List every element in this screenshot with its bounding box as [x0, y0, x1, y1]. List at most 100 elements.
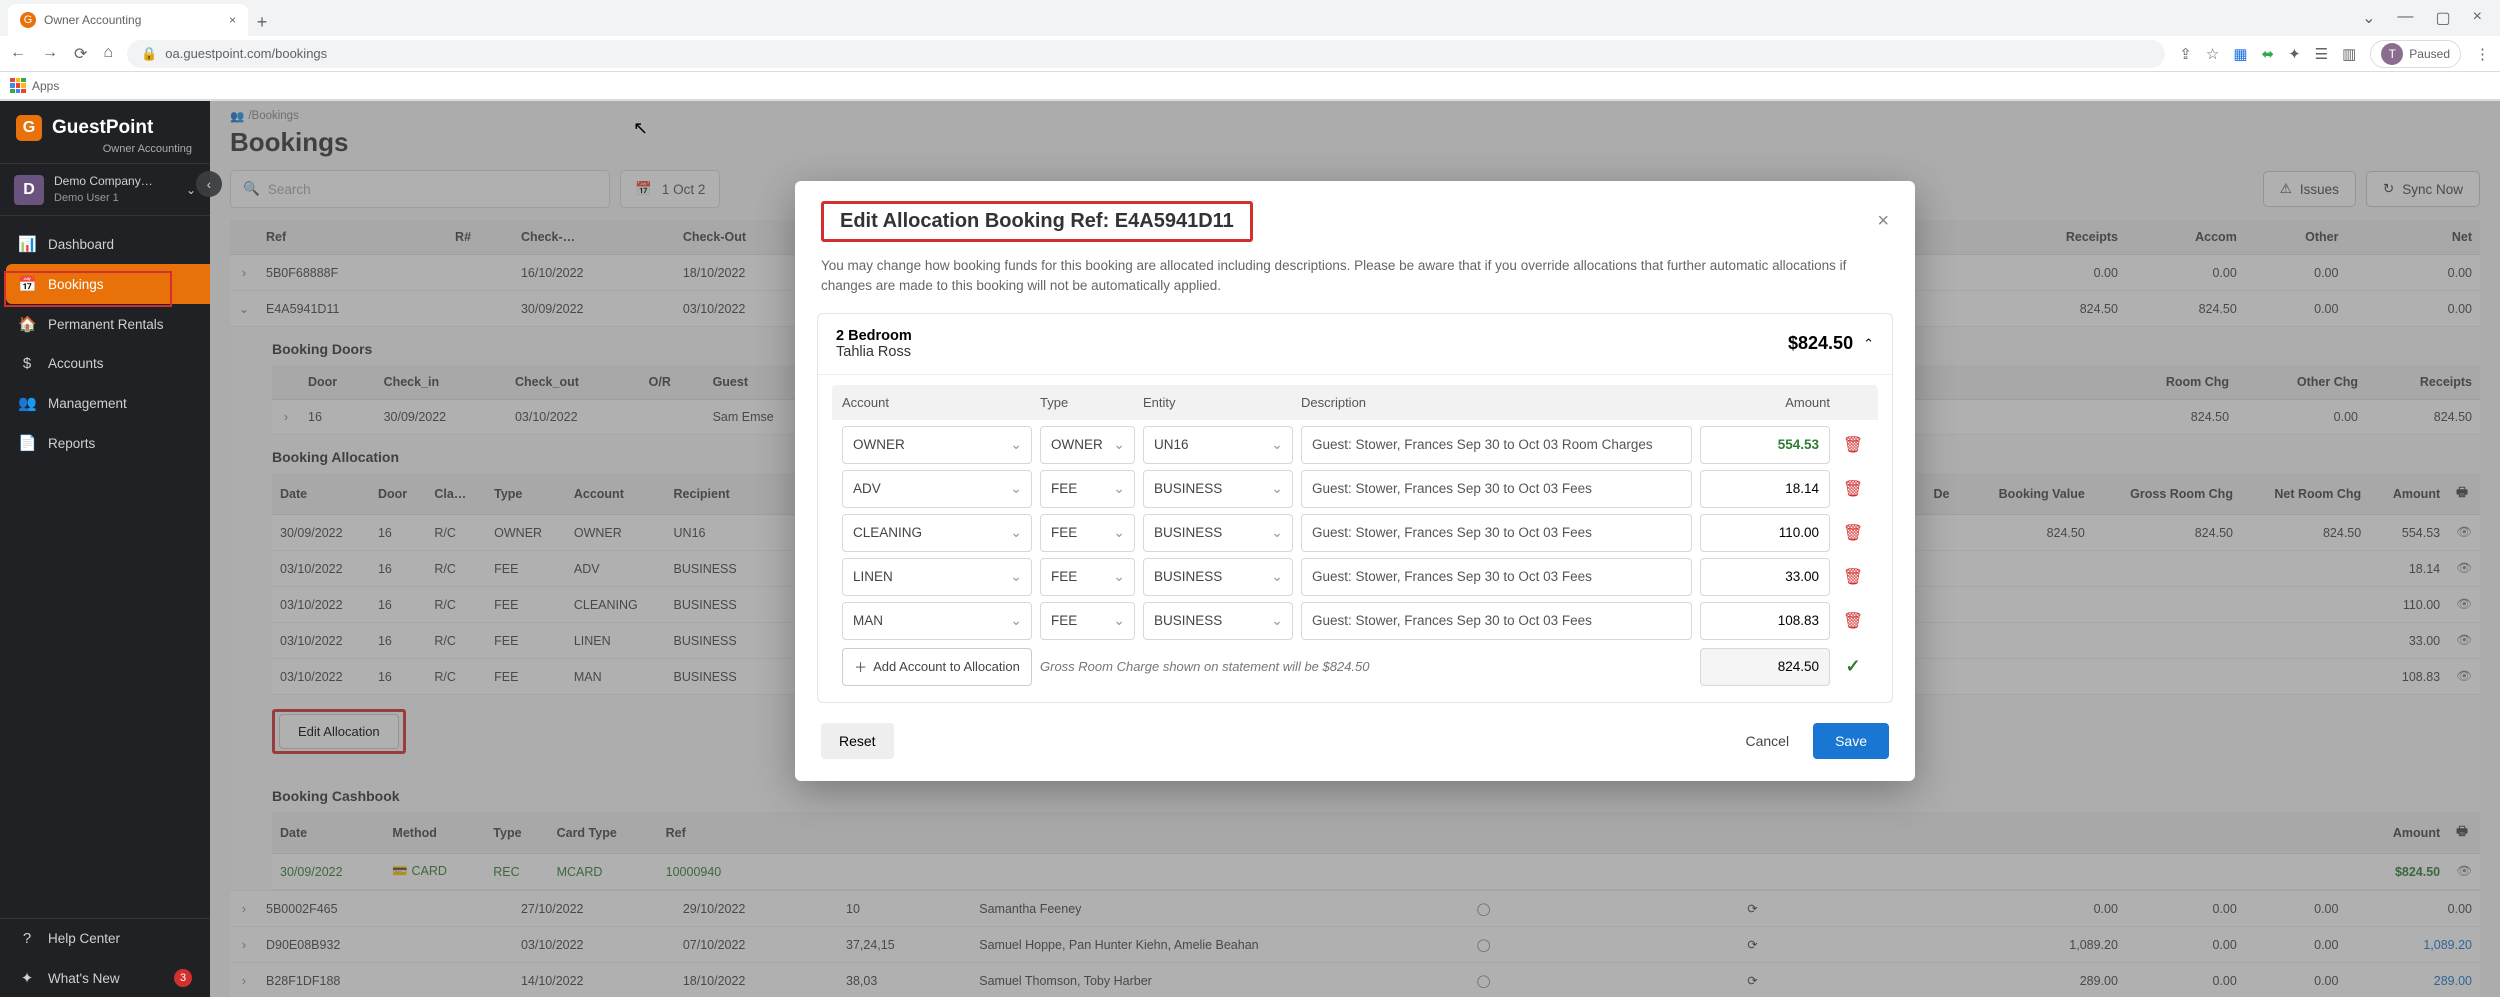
sidebar-item-whatsnew[interactable]: ✦What's New3	[0, 958, 210, 997]
sidebar: G GuestPoint Owner Accounting D Demo Com…	[0, 101, 210, 997]
brand-name: GuestPoint	[52, 117, 153, 139]
delete-row-icon[interactable]: 🗑	[1838, 611, 1868, 631]
ext-icon-1[interactable]: ▦	[2233, 45, 2247, 63]
check-icon: ✓	[1838, 656, 1868, 677]
accounts-icon: $	[18, 355, 36, 372]
dashboard-icon: 📊	[18, 235, 36, 253]
company-user: Demo User 1	[54, 192, 119, 204]
entity-select[interactable]: BUSINESS	[1143, 602, 1293, 640]
modal-note: You may change how booking funds for thi…	[795, 252, 1915, 313]
nav-reload-icon[interactable]: ⟳	[74, 44, 87, 64]
modal-alloc-row: CLEANING FEE BUSINESS Guest: Stower, Fra…	[832, 508, 1878, 552]
bookings-icon: 📅	[18, 275, 36, 293]
nav-home-icon[interactable]: ⌂	[103, 44, 113, 64]
panel-collapse-icon[interactable]: ⌃	[1863, 336, 1874, 352]
reset-button[interactable]: Reset	[821, 723, 894, 759]
panel-guest: Tahlia Ross	[836, 344, 912, 360]
account-select[interactable]: ADV	[842, 470, 1032, 508]
window-close-icon[interactable]: ×	[2473, 8, 2482, 28]
entity-select[interactable]: BUSINESS	[1143, 514, 1293, 552]
entity-select[interactable]: BUSINESS	[1143, 470, 1293, 508]
account-select[interactable]: OWNER	[842, 426, 1032, 464]
allocation-panel: 2 Bedroom Tahlia Ross $824.50 ⌃ Account …	[817, 313, 1893, 703]
browser-tab[interactable]: G Owner Accounting ×	[8, 4, 248, 36]
entity-select[interactable]: UN16	[1143, 426, 1293, 464]
account-select[interactable]: LINEN	[842, 558, 1032, 596]
description-input[interactable]: Guest: Stower, Frances Sep 30 to Oct 03 …	[1301, 426, 1692, 464]
amount-input[interactable]: 33.00	[1700, 558, 1830, 596]
type-select[interactable]: OWNER	[1040, 426, 1135, 464]
panel-room: 2 Bedroom	[836, 328, 912, 344]
sidebar-item-management[interactable]: 👥Management	[0, 383, 210, 423]
sidebar-item-permanent[interactable]: 🏠Permanent Rentals	[0, 304, 210, 344]
modal-alloc-row: LINEN FEE BUSINESS Guest: Stower, France…	[832, 552, 1878, 596]
window-max-icon[interactable]: ▢	[2436, 8, 2451, 28]
save-button[interactable]: Save	[1813, 723, 1889, 759]
apps-grid-icon[interactable]	[10, 78, 26, 94]
description-input[interactable]: Guest: Stower, Frances Sep 30 to Oct 03 …	[1301, 470, 1692, 508]
extensions-icon[interactable]: ✦	[2288, 45, 2301, 63]
amount-input[interactable]: 18.14	[1700, 470, 1830, 508]
account-select[interactable]: MAN	[842, 602, 1032, 640]
delete-row-icon[interactable]: 🗑	[1838, 479, 1868, 499]
account-select[interactable]: CLEANING	[842, 514, 1032, 552]
amount-input[interactable]: 108.83	[1700, 602, 1830, 640]
ext-icon-2[interactable]: ⬌	[2262, 45, 2275, 63]
modal-close-icon[interactable]: ×	[1877, 210, 1889, 233]
description-input[interactable]: Guest: Stower, Frances Sep 30 to Oct 03 …	[1301, 558, 1692, 596]
company-name: Demo Company…	[54, 174, 153, 188]
address-bar[interactable]: 🔒 oa.guestpoint.com/bookings	[127, 40, 2165, 68]
delete-row-icon[interactable]: 🗑	[1838, 567, 1868, 587]
gross-note: Gross Room Charge shown on statement wil…	[1040, 659, 1692, 674]
window-min2-icon[interactable]: —	[2398, 8, 2414, 28]
new-tab-button[interactable]: +	[248, 8, 276, 36]
management-icon: 👥	[18, 394, 36, 412]
modal-alloc-row: ADV FEE BUSINESS Guest: Stower, Frances …	[832, 464, 1878, 508]
sidebar-item-reports[interactable]: 📄Reports	[0, 423, 210, 463]
modal-title: Edit Allocation Booking Ref: E4A5941D11	[840, 210, 1234, 232]
apps-label[interactable]: Apps	[32, 79, 59, 93]
tab-title: Owner Accounting	[44, 13, 141, 27]
url-text: oa.guestpoint.com/bookings	[165, 46, 327, 61]
description-input[interactable]: Guest: Stower, Frances Sep 30 to Oct 03 …	[1301, 602, 1692, 640]
cancel-button[interactable]: Cancel	[1729, 723, 1805, 759]
modal-overlay: Edit Allocation Booking Ref: E4A5941D11 …	[210, 101, 2500, 997]
description-input[interactable]: Guest: Stower, Frances Sep 30 to Oct 03 …	[1301, 514, 1692, 552]
panel-price: $824.50	[1788, 333, 1853, 354]
annotation-highlight-modal-title: Edit Allocation Booking Ref: E4A5941D11	[821, 201, 1253, 242]
star-icon[interactable]: ☆	[2206, 45, 2219, 63]
delete-row-icon[interactable]: 🗑	[1838, 523, 1868, 543]
add-account-button[interactable]: ＋Add Account to Allocation	[842, 648, 1032, 686]
type-select[interactable]: FEE	[1040, 558, 1135, 596]
permanent-icon: 🏠	[18, 315, 36, 333]
chrome-menu-icon[interactable]: ⋮	[2475, 45, 2490, 63]
company-switcher[interactable]: D Demo Company… Demo User 1 ⌄	[0, 163, 210, 216]
avatar-icon: T	[2381, 43, 2403, 65]
amount-input[interactable]: 110.00	[1700, 514, 1830, 552]
tab-close-icon[interactable]: ×	[229, 13, 236, 27]
mouse-cursor-icon: ↖	[633, 118, 648, 139]
sidebar-item-accounts[interactable]: $Accounts	[0, 344, 210, 383]
plus-icon: ＋	[854, 657, 867, 676]
share-icon[interactable]: ⇪	[2179, 45, 2192, 63]
whatsnew-badge: 3	[174, 969, 192, 987]
entity-select[interactable]: BUSINESS	[1143, 558, 1293, 596]
type-select[interactable]: FEE	[1040, 470, 1135, 508]
amount-input[interactable]: 554.53	[1700, 426, 1830, 464]
window-min-icon[interactable]: ⌄	[2362, 8, 2375, 28]
reading-list-icon[interactable]: ☰	[2315, 45, 2328, 63]
nav-forward-icon[interactable]: →	[42, 44, 58, 64]
content-area: 👥 /Bookings Bookings 🔍 Search 📅 1 Oct 2 …	[210, 101, 2500, 997]
side-panel-icon[interactable]: ▥	[2342, 45, 2356, 63]
type-select[interactable]: FEE	[1040, 602, 1135, 640]
profile-paused[interactable]: T Paused	[2370, 40, 2461, 68]
sidebar-item-bookings[interactable]: 📅Bookings	[6, 264, 210, 304]
sidebar-item-dashboard[interactable]: 📊Dashboard	[0, 224, 210, 264]
delete-row-icon[interactable]: 🗑	[1838, 435, 1868, 455]
sidebar-item-help[interactable]: ?Help Center	[0, 919, 210, 958]
allocation-total: 824.50	[1700, 648, 1830, 686]
brand-sub: Owner Accounting	[0, 143, 210, 155]
whatsnew-icon: ✦	[18, 969, 36, 987]
nav-back-icon[interactable]: ←	[10, 44, 26, 64]
type-select[interactable]: FEE	[1040, 514, 1135, 552]
